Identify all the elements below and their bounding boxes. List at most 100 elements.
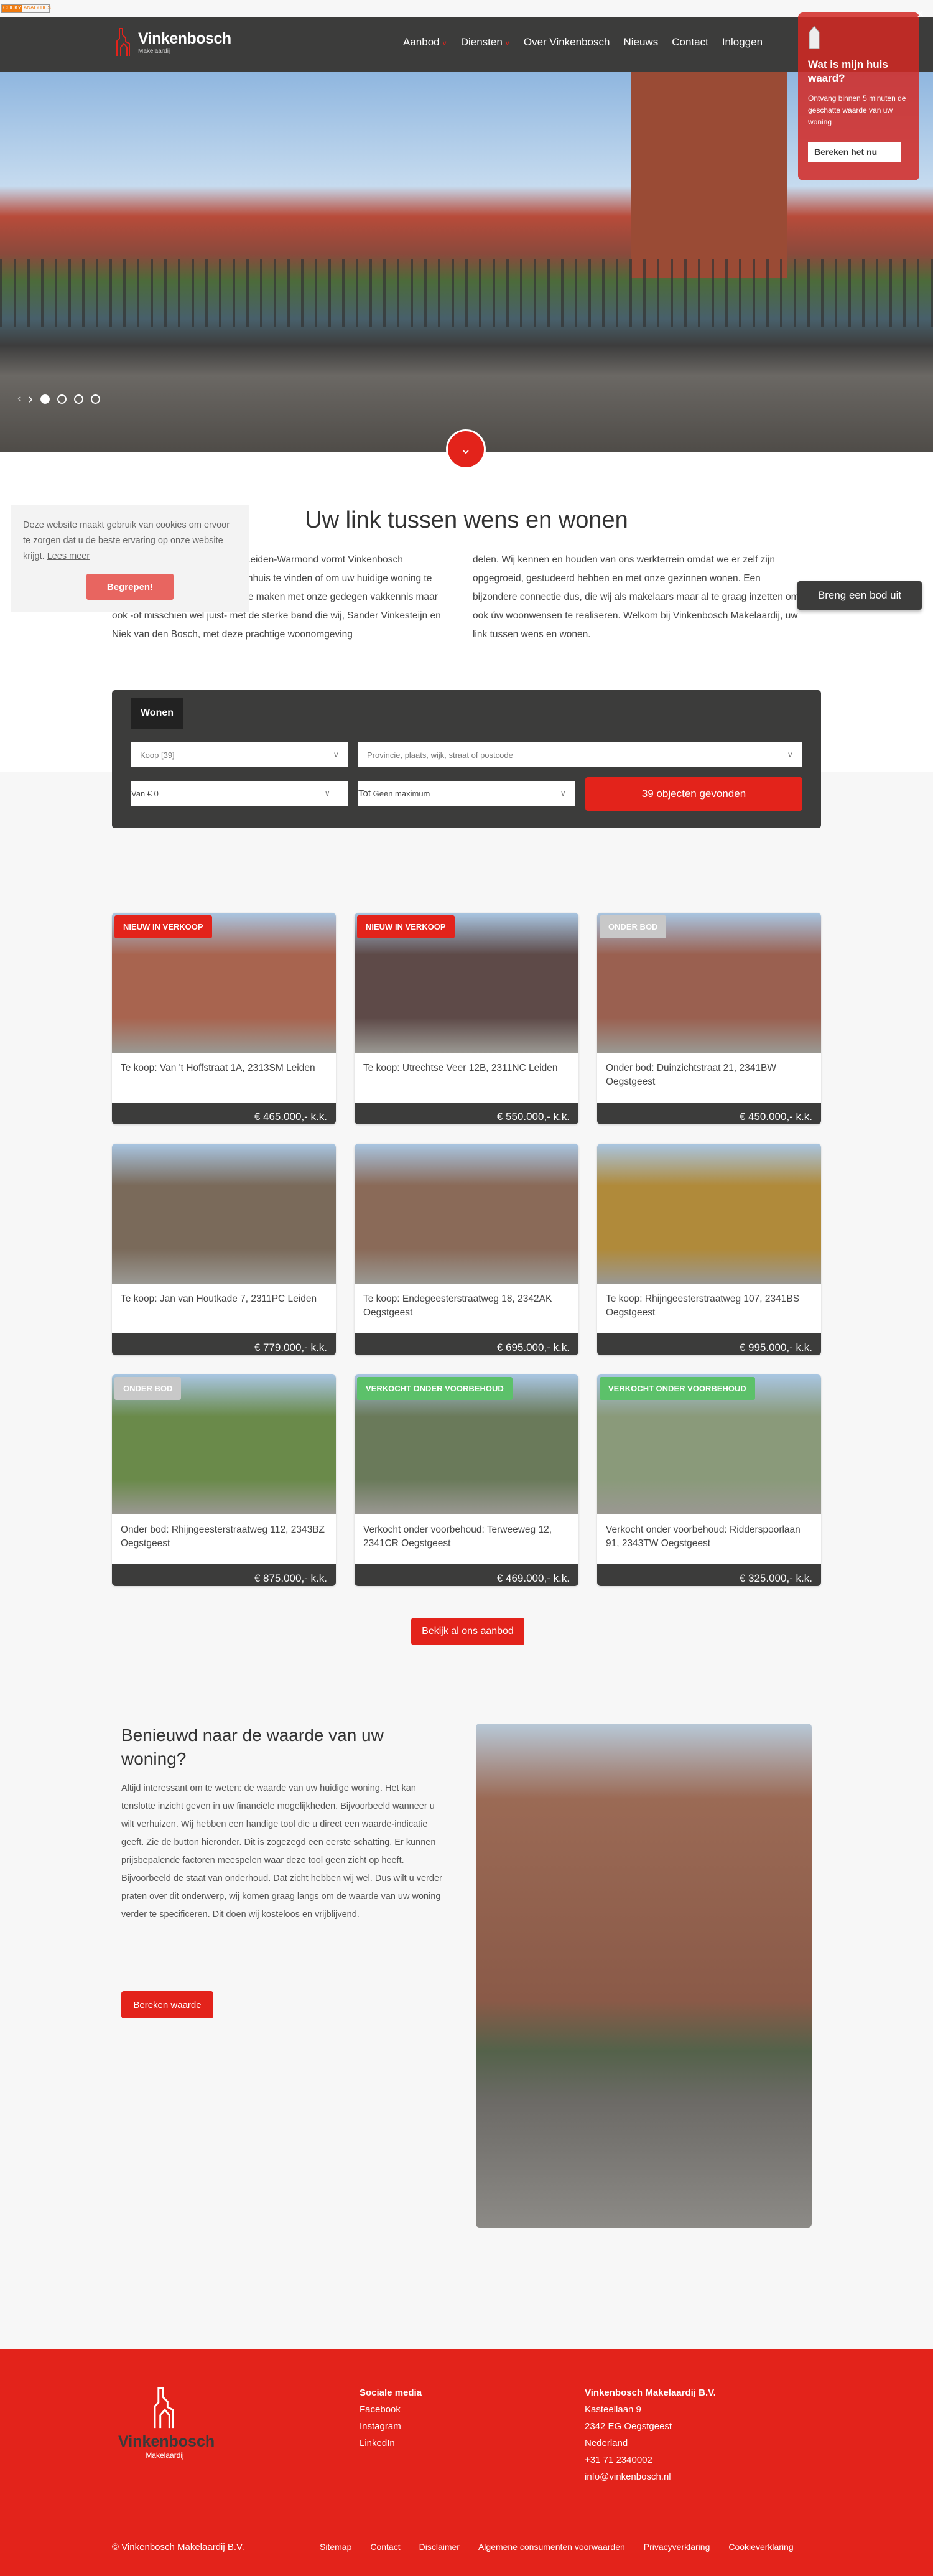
cookie-read-more-link[interactable]: Lees meer [47,551,90,561]
status-badge: VERKOCHT ONDER VOORBEHOUD [600,1377,755,1400]
listing-card[interactable]: Te koop: Jan van Houtkade 7, 2311PC Leid… [112,1144,336,1355]
cookie-policy-link[interactable]: Cookieverklaring [728,2542,793,2552]
listing-card[interactable]: VERKOCHT ONDER VOORBEHOUD Verkocht onder … [597,1374,821,1586]
analytics-badge[interactable]: CLICKY ANALYTICS [1,4,51,13]
listing-card[interactable]: NIEUW IN VERKOOP Te koop: Van 't Hoffstra… [112,913,336,1124]
listing-card[interactable]: ONDER BOD Onder bod: Rhijngeesterstraatwe… [112,1374,336,1586]
chevron-down-icon: ∨ [324,788,330,798]
main-nav: Aanbod ∨ Diensten ∨ Over Vinkenbosch Nieuw… [403,36,763,49]
site-header: Vinkenbosch Makelaardij Aanbod ∨ Diensten ∨… [0,17,933,72]
email-link[interactable]: info@vinkenbosch.nl [585,2468,716,2485]
chevron-down-icon: ∨ [787,750,793,759]
nav-nieuws[interactable]: Nieuws [623,36,658,49]
valuation-title: Benieuwd naar de waarde van uw woning? [121,1725,384,1768]
search-panel: Wonen Koop [39] ∨ Provincie, plaats, wijk… [112,690,821,828]
close-icon[interactable]: X [917,9,923,19]
instagram-link[interactable]: Instagram [360,2418,422,2435]
chevron-down-icon: ∨ [560,788,566,798]
calculate-value-button[interactable]: Bereken waarde [121,1991,213,2018]
listing-price: € 550.000,- k.k. [355,1103,578,1124]
cookie-banner: Deze website maakt gebruik van cookies o… [11,505,249,612]
listing-title: Onder bod: Duinzichtstraat 21, 2341BW Oe… [606,1063,776,1087]
disclaimer-link[interactable]: Disclaimer [419,2542,460,2552]
listing-title: Te koop: Rhijngeesterstraatweg 107, 2341… [606,1294,800,1318]
slider-dot[interactable] [90,394,100,404]
price-to-select[interactable]: Tot Geen maximum ∨ [358,781,575,806]
linkedin-link[interactable]: LinkedIn [360,2435,422,2452]
tab-wonen[interactable]: Wonen [131,698,183,729]
next-arrow-icon[interactable]: › [28,391,32,407]
nav-aanbod[interactable]: Aanbod ∨ [403,36,447,49]
phone-link[interactable]: +31 71 2340002 [585,2452,716,2468]
slider-controls: ‹ › [17,391,100,407]
house-logo-icon [154,2387,174,2429]
logo[interactable]: Vinkenbosch Makelaardij [113,27,231,57]
hero-building [631,72,787,278]
listing-card[interactable]: Te koop: Endegeesterstraatweg 18, 2342AK… [355,1144,578,1355]
valuation-text: Altijd interessant om te weten: de waard… [121,1783,442,1920]
footer: Vinkenbosch Makelaardij Sociale media Fa… [0,2349,933,2576]
facebook-link[interactable]: Facebook [360,2401,422,2418]
listing-photo [597,1144,821,1284]
slider-dot[interactable] [57,394,67,404]
nav-label: Diensten [460,36,503,48]
hero-slider: ‹ › [0,72,933,452]
address-country: Nederland [585,2438,628,2448]
to-label: Tot [358,788,371,799]
from-value: € 0 [147,788,159,798]
nav-diensten[interactable]: Diensten ∨ [461,36,510,49]
listing-price: € 465.000,- k.k. [112,1103,336,1124]
location-input[interactable]: Provincie, plaats, wijk, straat of postc… [358,742,802,767]
listing-price: € 779.000,- k.k. [112,1333,336,1355]
price-from-select[interactable]: Van € 0 ∨ [131,781,348,806]
search-submit-button[interactable]: 39 objecten gevonden [585,777,802,811]
listing-price: € 695.000,- k.k. [355,1333,578,1355]
view-all-listings-button[interactable]: Bekijk al ons aanbod [411,1618,524,1645]
scroll-down-icon[interactable]: ⌄ [446,429,486,469]
slider-dot[interactable] [73,394,83,404]
footer-address: Vinkenbosch Makelaardij B.V. Kasteellaan… [585,2384,716,2485]
house-logo-icon [116,28,130,56]
listing-card[interactable]: VERKOCHT ONDER VOORBEHOUD Verkocht onder … [355,1374,578,1586]
analytics-badge-left: CLICKY [2,5,22,12]
listing-photo: VERKOCHT ONDER VOORBEHOUD [597,1374,821,1514]
listing-title: Te koop: Jan van Houtkade 7, 2311PC Leid… [121,1294,317,1304]
nav-over[interactable]: Over Vinkenbosch [524,36,610,49]
popup-calc-button[interactable]: Bereken het nu [808,142,901,162]
listing-card[interactable]: Te koop: Rhijngeesterstraatweg 107, 2341… [597,1144,821,1355]
status-badge: ONDER BOD [114,1377,182,1400]
location-placeholder: Provincie, plaats, wijk, straat of postc… [367,750,513,760]
sitemap-link[interactable]: Sitemap [320,2542,351,2552]
address-city: 2342 EG Oegstgeest [585,2421,672,2432]
listing-card[interactable]: ONDER BOD Onder bod: Duinzichtstraat 21, … [597,913,821,1124]
nav-contact[interactable]: Contact [672,36,708,49]
popup-title: Wat is mijn huis waard? [808,58,888,84]
company-name: Vinkenbosch Makelaardij B.V. [585,2387,716,2398]
nav-inloggen[interactable]: Inloggen [722,36,763,49]
privacy-link[interactable]: Privacyverklaring [644,2542,710,2552]
footer-links: Sitemap Contact Disclaimer Algemene cons… [320,2542,794,2552]
cookie-accept-button[interactable]: Begrepen! [86,574,174,600]
slider-dot[interactable] [40,394,50,404]
hero-railing [0,259,933,327]
chevron-down-icon: ∨ [333,750,339,759]
chevron-down-icon: ∨ [504,40,510,47]
address-street: Kasteellaan 9 [585,2404,641,2415]
listing-title: Verkocht onder voorbehoud: Ridderspoorla… [606,1524,801,1549]
place-bid-button[interactable]: Breng een bod uit [797,581,922,610]
footer-logo[interactable]: Vinkenbosch Makelaardij [118,2386,215,2460]
type-select[interactable]: Koop [39] ∨ [131,742,348,767]
copyright: © Vinkenbosch Makelaardij B.V. [112,2542,244,2552]
listing-card[interactable]: NIEUW IN VERKOOP Te koop: Utrechtse Veer … [355,913,578,1124]
contact-link[interactable]: Contact [370,2542,400,2552]
prev-arrow-icon[interactable]: ‹ [17,393,21,404]
listing-price: € 875.000,- k.k. [112,1564,336,1586]
from-label: Van [131,788,146,798]
listing-title: Te koop: Van 't Hoffstraat 1A, 2313SM Le… [121,1063,315,1073]
footer-logo-name: Vinkenbosch [118,2433,215,2450]
footer-logo-sub: Makelaardij [146,2451,184,2460]
footer-social: Sociale media Facebook Instagram LinkedI… [360,2384,422,2452]
terms-link[interactable]: Algemene consumenten voorwaarden [478,2542,625,2552]
status-badge: VERKOCHT ONDER VOORBEHOUD [357,1377,513,1400]
listing-title: Verkocht onder voorbehoud: Terweeweg 12,… [363,1524,552,1549]
